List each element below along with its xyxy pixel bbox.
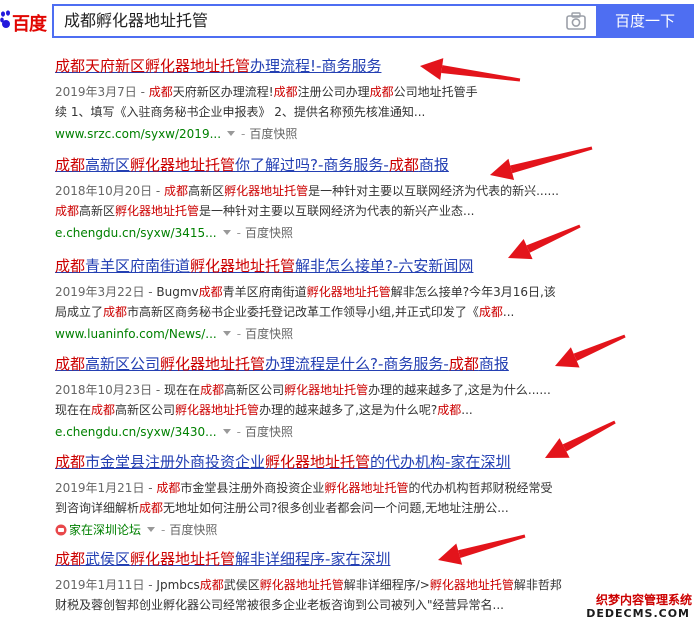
arrow-icon <box>555 334 626 368</box>
arrow-icon <box>490 146 593 181</box>
arrow-icon <box>438 534 526 565</box>
watermark-title: 织梦内容管理系统 <box>595 593 692 607</box>
arrow-icon <box>508 224 581 260</box>
watermark-domain: DEDECMS.COM <box>586 607 690 620</box>
arrow-icon <box>420 58 521 82</box>
arrow-icon <box>545 420 616 458</box>
watermark: 织梦内容管理系统 DEDECMS.COM <box>574 589 694 623</box>
annotation-arrows <box>420 58 626 565</box>
